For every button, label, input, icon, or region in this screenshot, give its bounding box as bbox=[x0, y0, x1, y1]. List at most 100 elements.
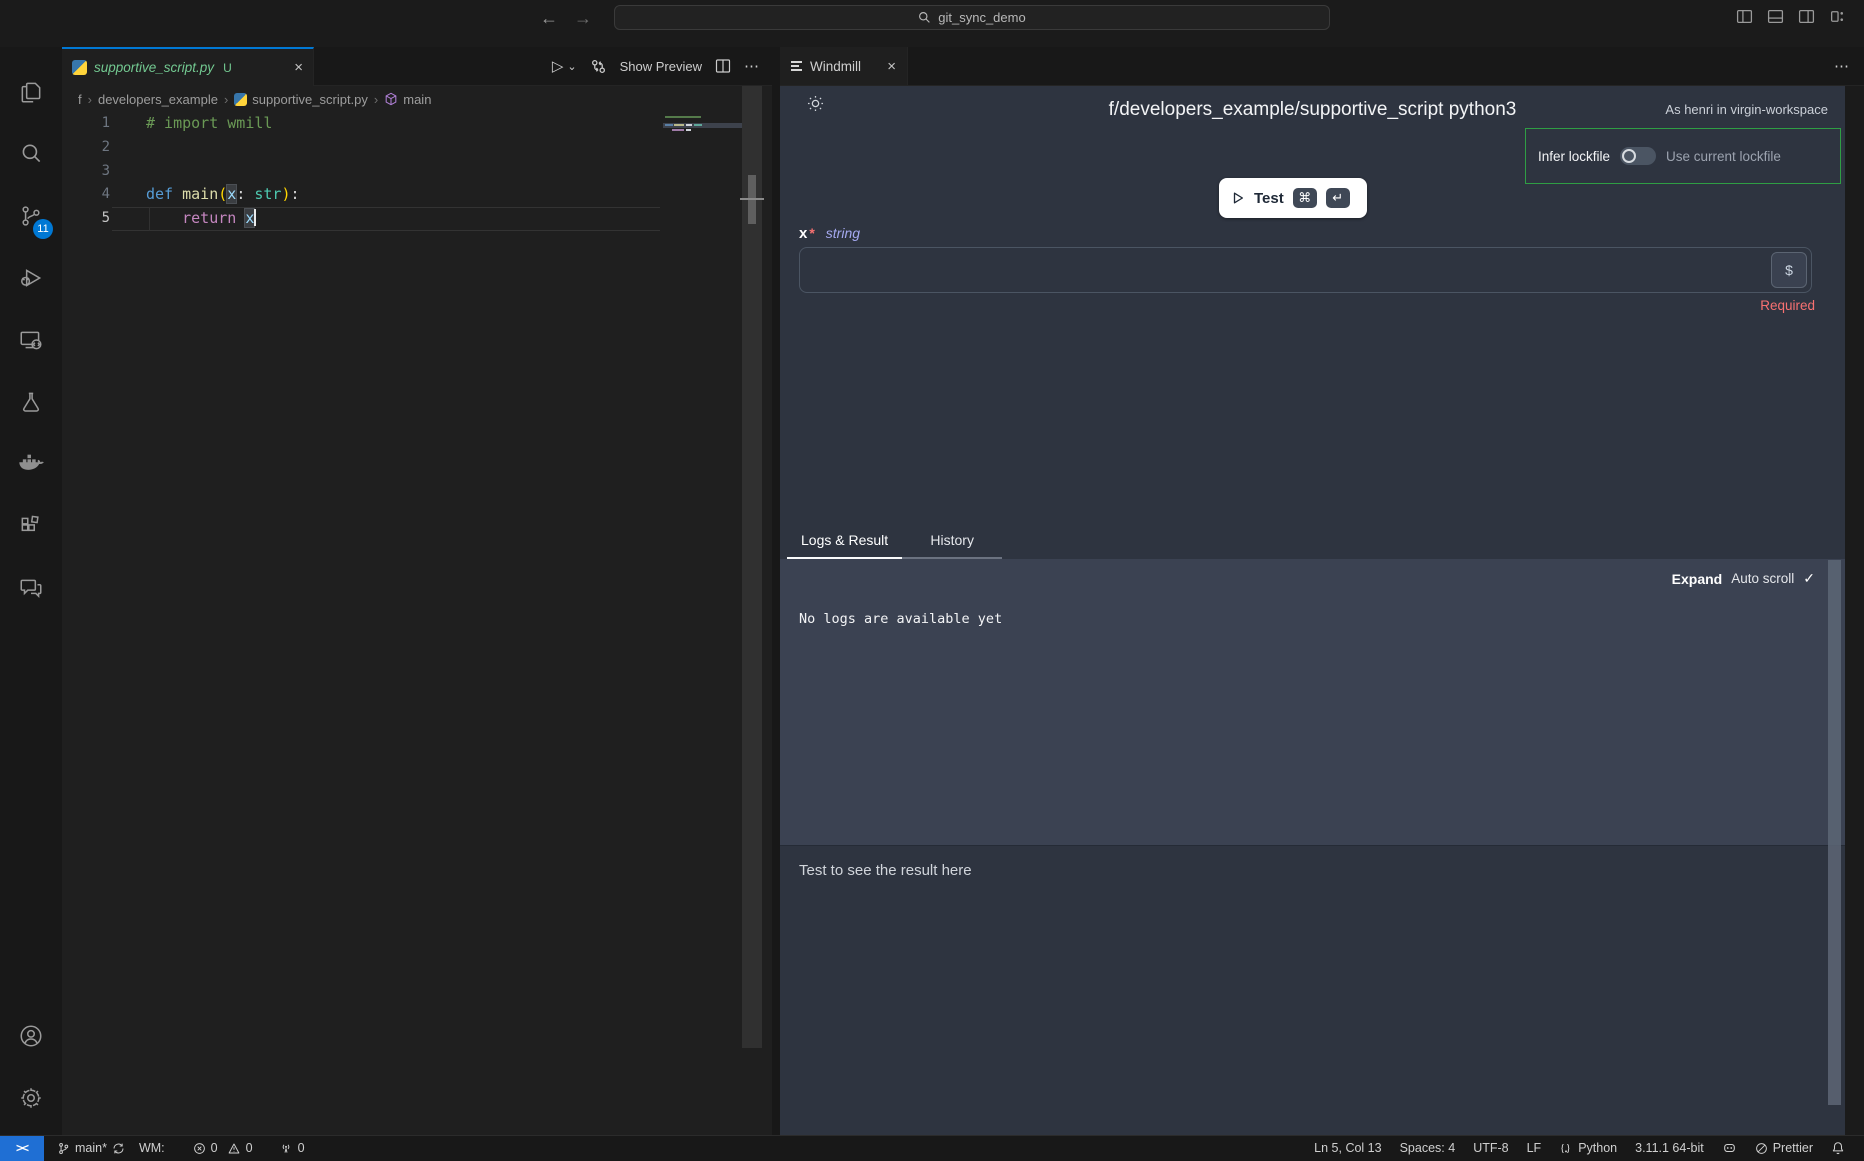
autoscroll-check-icon[interactable]: ✓ bbox=[1803, 570, 1815, 587]
line-number: 4 bbox=[62, 183, 110, 207]
split-editor-icon[interactable] bbox=[715, 58, 731, 74]
cursor-position[interactable]: Ln 5, Col 13 bbox=[1305, 1136, 1390, 1161]
tab-close-icon[interactable]: × bbox=[887, 58, 896, 75]
breadcrumb-file[interactable]: supportive_script.py bbox=[234, 92, 368, 107]
code-token: : bbox=[291, 185, 300, 203]
breadcrumb-folder[interactable]: developers_example bbox=[98, 92, 218, 107]
use-current-lockfile-label: Use current lockfile bbox=[1666, 149, 1781, 164]
breadcrumb-sep: › bbox=[224, 92, 228, 107]
workspace-context: As henri in virgin-workspace bbox=[1665, 102, 1828, 117]
tab-logs-result[interactable]: Logs & Result bbox=[787, 523, 902, 559]
prettier-disabled-icon bbox=[1755, 1142, 1768, 1155]
customize-layout-icon[interactable] bbox=[1829, 8, 1846, 25]
panel-more-actions[interactable]: ⋯ bbox=[1834, 57, 1864, 75]
code-token: main bbox=[182, 185, 218, 203]
breadcrumb-symbol[interactable]: main bbox=[384, 92, 431, 107]
code-token: # import wmill bbox=[146, 114, 272, 132]
test-button[interactable]: Test ⌘ ↵ bbox=[1219, 178, 1367, 218]
search-sidebar-icon[interactable] bbox=[7, 123, 55, 185]
open-changes-icon[interactable] bbox=[590, 58, 607, 75]
notifications-bell[interactable] bbox=[1822, 1136, 1854, 1161]
search-value: git_sync_demo bbox=[938, 10, 1025, 25]
problems-status[interactable]: 0 0 bbox=[186, 1136, 260, 1161]
eol-sequence[interactable]: LF bbox=[1518, 1136, 1551, 1161]
tab-close-icon[interactable]: × bbox=[294, 59, 303, 76]
remote-indicator[interactable]: >< bbox=[0, 1136, 44, 1161]
search-icon bbox=[918, 11, 931, 24]
arg-x-input[interactable] bbox=[799, 247, 1812, 293]
command-center-search[interactable]: git_sync_demo bbox=[614, 5, 1330, 30]
language-mode[interactable]: Python bbox=[1550, 1136, 1626, 1161]
minimap[interactable] bbox=[663, 114, 743, 136]
code-token: x bbox=[245, 209, 254, 227]
language-status-icon bbox=[1559, 1142, 1573, 1155]
toggle-panel-icon[interactable] bbox=[1767, 8, 1784, 25]
line-number: 1 bbox=[62, 112, 110, 136]
lockfile-options-box: Infer lockfile Use current lockfile bbox=[1525, 128, 1841, 184]
argument-label-row: x * string bbox=[799, 225, 860, 242]
radio-tower-icon bbox=[279, 1142, 293, 1155]
line-number: 3 bbox=[62, 160, 110, 184]
tab-windmill[interactable]: Windmill × bbox=[780, 47, 908, 85]
warning-icon bbox=[227, 1142, 241, 1155]
encoding[interactable]: UTF-8 bbox=[1464, 1136, 1517, 1161]
tab-title: Windmill bbox=[810, 59, 861, 74]
toggle-sidebar-icon[interactable] bbox=[1736, 8, 1753, 25]
explorer-icon[interactable] bbox=[7, 61, 55, 123]
toggle-secondary-sidebar-icon[interactable] bbox=[1798, 8, 1815, 25]
code-editor[interactable]: 1 # import wmill 234def main(x: str):5 ret… bbox=[62, 112, 772, 1135]
code-line[interactable]: 5 return x bbox=[62, 207, 772, 231]
code-token bbox=[236, 209, 245, 227]
code-line[interactable]: 2 bbox=[62, 136, 772, 160]
account-icon[interactable] bbox=[7, 1005, 55, 1067]
copilot-status[interactable] bbox=[1713, 1136, 1746, 1161]
webview-scrollbar-thumb[interactable] bbox=[1828, 560, 1841, 1105]
comments-icon[interactable] bbox=[7, 557, 55, 619]
tab-history[interactable]: History bbox=[902, 523, 1002, 559]
line-number: 2 bbox=[62, 136, 110, 160]
source-control-icon[interactable]: 11 bbox=[7, 185, 55, 247]
git-status-untracked: U bbox=[223, 61, 232, 75]
tab-strip-right: Windmill × ⋯ bbox=[780, 47, 1864, 86]
prettier-status[interactable]: Prettier bbox=[1746, 1136, 1822, 1161]
status-bar: >< main* WM: 0 0 0 bbox=[0, 1135, 1864, 1160]
editor-more-actions[interactable]: ⋯ bbox=[744, 57, 760, 75]
run-debug-icon[interactable] bbox=[7, 247, 55, 309]
windmill-group: Windmill × ⋯ f/developers_example/suppor… bbox=[780, 47, 1864, 1135]
nav-forward-icon[interactable]: → bbox=[574, 8, 592, 29]
run-dropdown-icon[interactable]: ⌄ bbox=[567, 60, 576, 73]
kbd-enter-badge: ↵ bbox=[1326, 188, 1350, 208]
remote-explorer-icon[interactable] bbox=[7, 309, 55, 371]
variable-picker-button[interactable]: $ bbox=[1771, 252, 1807, 288]
python-interpreter[interactable]: 3.11.1 64-bit bbox=[1626, 1136, 1713, 1161]
testing-icon[interactable] bbox=[7, 371, 55, 433]
git-branch-icon bbox=[57, 1142, 70, 1155]
tab-title: supportive_script.py bbox=[94, 60, 214, 75]
expand-button[interactable]: Expand bbox=[1672, 571, 1723, 587]
code-token: : bbox=[236, 185, 254, 203]
git-branch-status[interactable]: main* bbox=[50, 1136, 132, 1161]
title-bar: ← → git_sync_demo bbox=[0, 0, 1864, 47]
editor-scrollbar-track[interactable] bbox=[742, 86, 762, 1048]
nav-back-icon[interactable]: ← bbox=[540, 8, 558, 29]
docker-icon[interactable] bbox=[7, 433, 55, 495]
scm-badge: 11 bbox=[33, 219, 53, 239]
line-number: 5 bbox=[62, 207, 110, 231]
indentation[interactable]: Spaces: 4 bbox=[1391, 1136, 1465, 1161]
extensions-icon[interactable] bbox=[7, 495, 55, 557]
ports-status[interactable]: 0 bbox=[272, 1136, 312, 1161]
tab-supportive-script[interactable]: supportive_script.py U × bbox=[62, 47, 314, 86]
windmill-status[interactable]: WM: bbox=[132, 1136, 172, 1161]
run-file-button[interactable]: ▷ bbox=[552, 57, 564, 75]
show-preview-button[interactable]: Show Preview bbox=[620, 59, 702, 74]
no-logs-message: No logs are available yet bbox=[799, 611, 1002, 627]
code-line[interactable]: 3 bbox=[62, 160, 772, 184]
settings-gear-icon[interactable] bbox=[7, 1067, 55, 1129]
arg-input-wrap: $ bbox=[799, 247, 1812, 293]
code-line[interactable]: 4def main(x: str): bbox=[62, 183, 772, 207]
breadcrumb-sep: › bbox=[88, 92, 92, 107]
breadcrumb-root[interactable]: f bbox=[78, 92, 82, 107]
autoscroll-label[interactable]: Auto scroll bbox=[1731, 571, 1794, 586]
test-button-label: Test bbox=[1254, 190, 1284, 207]
infer-lockfile-toggle[interactable] bbox=[1620, 147, 1656, 165]
